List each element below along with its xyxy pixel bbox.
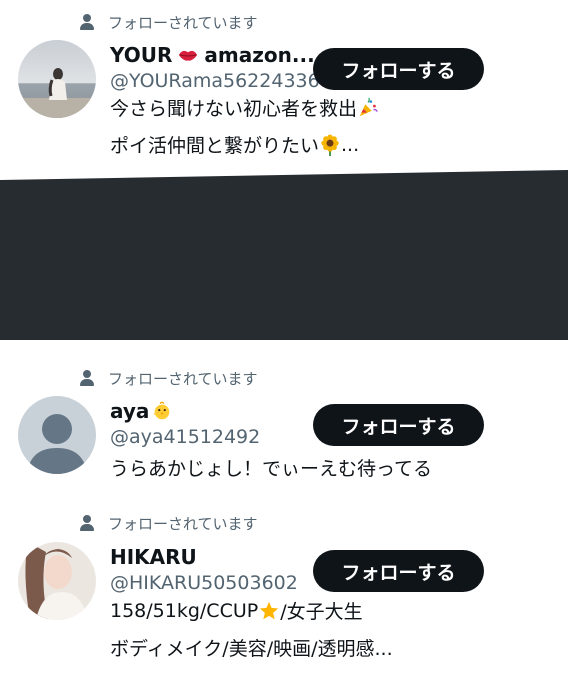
user-bio-line: ポイ活仲間と繋がりたい ... [110, 133, 360, 158]
user-bio-line: 今さら聞けない初心者を救出 [110, 94, 379, 121]
user-name[interactable]: HIKARU [110, 545, 197, 569]
person-icon [80, 14, 94, 30]
avatar[interactable] [18, 40, 96, 118]
user-handle: @aya41512492 [110, 426, 261, 448]
follow-button[interactable]: フォローする [313, 550, 484, 592]
user-bio-line: ボディメイク/美容/映画/透明感... [110, 638, 393, 660]
person-icon [80, 370, 94, 386]
user-name[interactable]: aya [110, 399, 173, 423]
avatar-photo-beach [18, 40, 96, 118]
follows-you-label: フォローされています [108, 369, 258, 388]
follows-you-indicator: フォローされています [80, 11, 258, 33]
follows-you-indicator: フォローされています [80, 512, 258, 534]
user-name[interactable]: YOUR amazon... [110, 43, 315, 67]
follow-button[interactable]: フォローする [313, 48, 484, 90]
avatar-photo-portrait [18, 542, 96, 620]
default-avatar-icon [18, 396, 96, 474]
follows-you-indicator: フォローされています [80, 367, 258, 389]
lips-emoji [179, 50, 198, 61]
sunflower-emoji [321, 133, 339, 156]
person-icon [80, 515, 94, 531]
avatar[interactable] [18, 396, 96, 474]
chick-emoji [154, 401, 170, 420]
user-bio-line: 158/51kg/CCUP /女子大生 [110, 599, 363, 624]
follows-you-label: フォローされています [108, 13, 258, 32]
user-handle: @YOURama56224336 [110, 70, 320, 92]
user-handle: @HIKARU50503602 [110, 572, 298, 594]
follows-you-label: フォローされています [108, 514, 258, 533]
follow-button[interactable]: フォローする [313, 404, 484, 446]
user-bio-line: うらあかじょし！でぃーえむ待ってる [110, 458, 433, 480]
dark-band-divider [0, 170, 568, 340]
star-emoji [260, 601, 279, 619]
avatar[interactable] [18, 542, 96, 620]
party-popper-emoji [359, 97, 378, 116]
